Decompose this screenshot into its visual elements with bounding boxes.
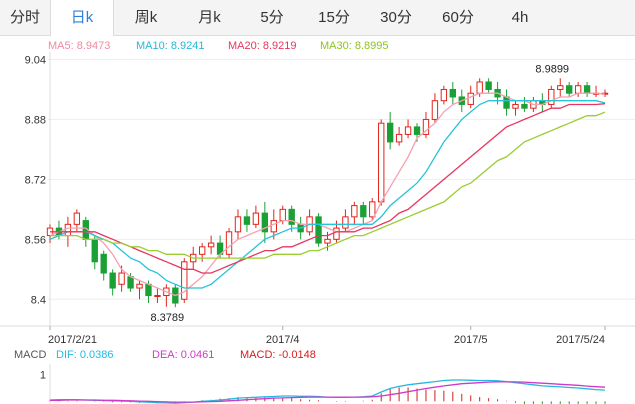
candle-body bbox=[386, 122, 394, 143]
x-tick-label: 2017/5/24 bbox=[556, 334, 605, 346]
candle-body bbox=[440, 88, 448, 102]
y-tick-label: 9.04 bbox=[25, 54, 46, 66]
candle-body bbox=[566, 85, 573, 94]
candle-body bbox=[225, 231, 233, 255]
y-tick-label: 8.88 bbox=[25, 114, 46, 126]
candle-body bbox=[64, 223, 72, 237]
price-grid bbox=[0, 52, 635, 327]
candle-body bbox=[145, 283, 152, 297]
candle-body bbox=[154, 295, 161, 298]
tab-daily-k[interactable]: 日k bbox=[50, 0, 114, 36]
legend-ma-3: MA20: 8.9219 bbox=[228, 40, 297, 52]
candle-body bbox=[342, 216, 349, 229]
candle-body bbox=[136, 283, 143, 289]
candle-body bbox=[521, 103, 528, 109]
candle-body bbox=[109, 272, 116, 289]
min-price-label: 8.3789 bbox=[150, 312, 184, 324]
x-tick-label: 2017/2/21 bbox=[48, 334, 97, 346]
candle-body bbox=[395, 133, 403, 143]
macd-dif-line bbox=[49, 379, 606, 404]
legend-ma-1: MA5: 8.9473 bbox=[48, 40, 110, 52]
tab-4h[interactable]: 4h bbox=[489, 0, 551, 35]
tab-5min[interactable]: 5分 bbox=[241, 0, 303, 35]
candle-body bbox=[181, 261, 188, 300]
candle-body bbox=[91, 238, 98, 263]
tab-15min[interactable]: 15分 bbox=[303, 0, 365, 35]
candle-body bbox=[413, 126, 421, 135]
ma-line-ma10 bbox=[49, 100, 606, 289]
candle-body bbox=[583, 85, 591, 94]
candlesticks bbox=[46, 78, 609, 308]
y-tick-label: 8.56 bbox=[25, 234, 46, 246]
candle-body bbox=[118, 272, 125, 285]
candle-body bbox=[252, 212, 260, 225]
tab-60min[interactable]: 60分 bbox=[427, 0, 489, 35]
candle-body bbox=[333, 227, 340, 240]
candle-body bbox=[404, 126, 412, 135]
candle-body bbox=[100, 253, 107, 274]
candle-body bbox=[198, 246, 206, 255]
macd-legend-1: DIF: 0.0386 bbox=[56, 349, 113, 361]
candle-body bbox=[324, 238, 331, 244]
candle-body bbox=[574, 85, 582, 94]
candle-body bbox=[485, 81, 492, 90]
candle-body bbox=[127, 276, 134, 289]
macd-legend-0: MACD bbox=[14, 349, 46, 361]
candle-body bbox=[431, 100, 439, 120]
candle-body bbox=[369, 201, 376, 218]
tab-30min[interactable]: 30分 bbox=[365, 0, 427, 35]
max-price-label: 8.9899 bbox=[535, 63, 569, 75]
tab-timeshare[interactable]: 分时 bbox=[0, 0, 50, 35]
kline-chart[interactable]: MA5: 8.9473 MA10: 8.9241 MA20: 8.9219 MA30:… bbox=[0, 36, 635, 404]
candle-body bbox=[279, 208, 286, 222]
legend-ma-4: MA30: 8.8995 bbox=[320, 40, 389, 52]
candle-body bbox=[288, 208, 295, 225]
candle-body bbox=[360, 205, 367, 218]
candle-body bbox=[315, 216, 322, 244]
macd-panel: 1 bbox=[40, 364, 606, 404]
macd-y-tick-label: 1 bbox=[40, 370, 46, 382]
price-axis: 9.04 8.88 8.72 8.56 8.4 bbox=[25, 54, 46, 306]
y-tick-label: 8.4 bbox=[31, 294, 46, 306]
candle-body bbox=[557, 85, 564, 90]
candle-body bbox=[476, 81, 483, 94]
tab-monthly-k[interactable]: 月k bbox=[178, 0, 241, 35]
y-tick-label: 8.72 bbox=[25, 174, 46, 186]
ma-lines bbox=[49, 92, 606, 297]
macd-legend: MACD DIF: 0.0386 DEA: 0.0461 MACD: -0.0148 bbox=[14, 349, 316, 361]
date-axis: 2017/2/21 2017/4 2017/5 2017/5/24 bbox=[48, 326, 606, 346]
candle-body bbox=[73, 212, 81, 225]
tab-weekly-k[interactable]: 周k bbox=[114, 0, 178, 35]
candle-body bbox=[234, 216, 242, 233]
candle-body bbox=[503, 96, 510, 109]
candle-body bbox=[243, 216, 251, 225]
macd-dea-line bbox=[50, 381, 606, 403]
x-tick-label: 2017/5 bbox=[454, 334, 488, 346]
period-tab-bar: 分时 日k 周k 月k 5分 15分 30分 60分 4h bbox=[0, 0, 635, 36]
candle-body bbox=[207, 242, 215, 248]
candle-body bbox=[378, 122, 385, 203]
candle-body bbox=[270, 220, 277, 233]
x-tick-label: 2017/4 bbox=[266, 334, 300, 346]
candle-body bbox=[467, 92, 474, 105]
candle-body bbox=[512, 103, 519, 109]
macd-legend-2: DEA: 0.0461 bbox=[152, 349, 214, 361]
candle-body bbox=[449, 88, 457, 98]
ma-line-ma5 bbox=[49, 92, 606, 297]
candle-body bbox=[351, 205, 358, 218]
ma-legend: MA5: 8.9473 MA10: 8.9241 MA20: 8.9219 MA30:… bbox=[48, 40, 389, 52]
macd-legend-3: MACD: -0.0148 bbox=[240, 349, 316, 361]
legend-ma-2: MA10: 8.9241 bbox=[136, 40, 205, 52]
